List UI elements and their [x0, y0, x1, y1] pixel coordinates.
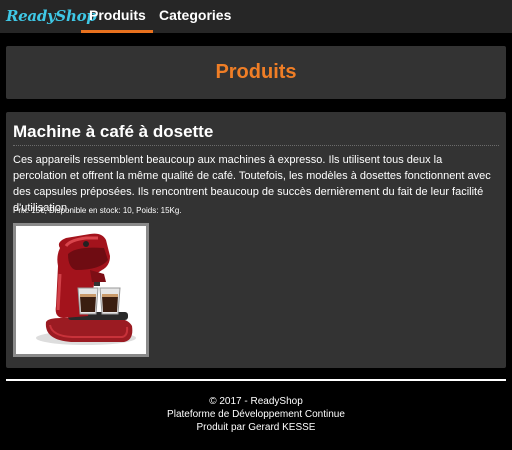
product-card: Machine à café à dosette Ces appareils r…	[6, 112, 506, 368]
coffee-machine-image	[16, 226, 146, 354]
active-nav-indicator	[81, 30, 153, 33]
footer-copyright: © 2017 - ReadyShop	[209, 396, 303, 407]
brand-logo[interactable]: ReadyShop	[6, 7, 97, 25]
footer-platform: Plateforme de Développement Continue	[167, 409, 345, 420]
product-meta: Prix: 15€, Disponible en stock: 10, Poid…	[13, 206, 182, 215]
top-navbar: ReadyShop Produits Categories	[0, 0, 512, 33]
footer-divider	[6, 379, 506, 381]
product-image[interactable]	[13, 223, 149, 357]
nav-item-produits[interactable]: Produits	[89, 7, 146, 23]
divider	[13, 145, 499, 146]
footer-author: Produit par Gerard KESSE	[196, 422, 316, 433]
nav-item-categories[interactable]: Categories	[159, 7, 231, 23]
page-header: Produits	[6, 46, 506, 99]
product-title: Machine à café à dosette	[13, 122, 214, 141]
page-title: Produits	[215, 61, 297, 83]
